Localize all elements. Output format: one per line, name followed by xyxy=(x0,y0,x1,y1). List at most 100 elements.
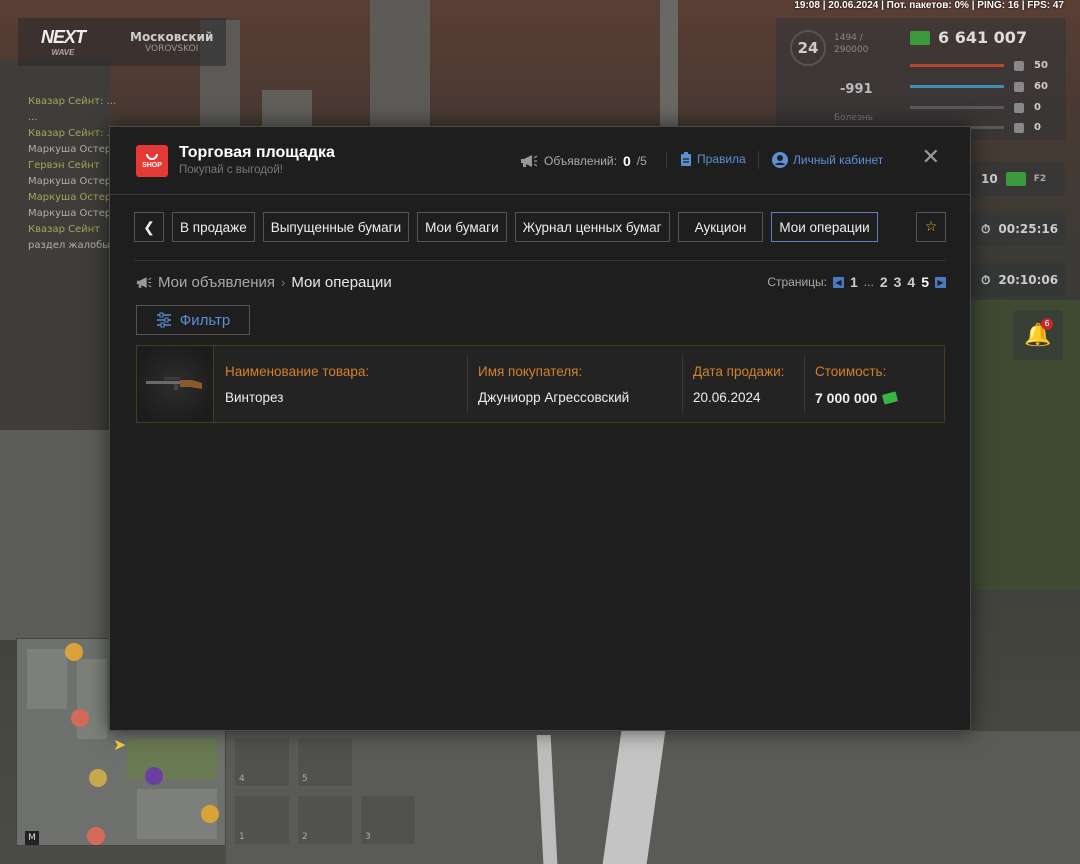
thirst-icon xyxy=(1014,102,1024,113)
minimap-key: M xyxy=(25,831,39,845)
page-5[interactable]: 5 xyxy=(921,274,929,290)
chat-line: Квазар Сейнт: ... xyxy=(28,96,117,107)
inventory-slot[interactable]: 5 xyxy=(297,737,353,787)
inventory-slot[interactable]: 2 xyxy=(297,795,353,845)
sick-label: Болезнь xyxy=(834,113,873,123)
armor-row: 60 xyxy=(910,81,1048,92)
map-marker-icon xyxy=(87,827,105,845)
page-title: Торговая площадка xyxy=(179,144,335,161)
notifications-button[interactable]: 🔔 6 xyxy=(1013,310,1063,360)
clock-box: ⏱ 20:10:06 xyxy=(971,263,1065,297)
cabinet-link[interactable]: Личный кабинет xyxy=(772,152,883,168)
pagination-ellipsis: ... xyxy=(863,275,874,289)
operation-row[interactable]: Наименование товара: Винторез Имя покупа… xyxy=(136,345,945,423)
chat-log: Квазар Сейнт: ... ... Квазар Сейнт: ... … xyxy=(28,94,116,254)
map-marker-icon xyxy=(71,709,89,727)
price-cell: Стоимость: 7 000 000 xyxy=(804,346,942,422)
shield-icon xyxy=(1014,122,1024,133)
tab-my-securities[interactable]: Мои бумаги xyxy=(417,212,507,242)
chevron-right-icon: › xyxy=(281,275,286,290)
pagination-label: Страницы: xyxy=(767,275,827,289)
breadcrumb: Мои объявления › Мои операции xyxy=(136,274,392,291)
page-3[interactable]: 3 xyxy=(894,274,902,290)
pagination: Страницы: ◀ 1 ... 2 3 4 5 ▶ xyxy=(767,274,946,290)
inventory-slot[interactable]: 3 xyxy=(360,795,416,845)
chat-line: ... xyxy=(28,112,38,123)
chat-line: Маркуша Остер xyxy=(28,176,112,187)
chat-line: Гервэн Сейнт xyxy=(28,160,100,171)
shop-logo-icon: SHOP xyxy=(136,145,168,177)
map-marker-icon xyxy=(201,805,219,823)
user-circle-icon xyxy=(772,152,788,168)
tab-bar: ❮ В продаже Выпущенные бумаги Мои бумаги… xyxy=(134,212,878,242)
exp-counter: 1494 / 290000 xyxy=(834,33,869,55)
wanted-value: -991 xyxy=(840,82,873,97)
ads-counter: Объявлений: 0 /5 xyxy=(520,153,647,169)
clock-icon: ⏱ xyxy=(981,272,991,287)
cash-icon xyxy=(1005,172,1026,186)
inventory-slot[interactable]: 4 xyxy=(234,737,290,787)
chat-line: раздел жалобы xyxy=(28,240,111,251)
armor-bar xyxy=(910,85,1004,88)
money-icon xyxy=(910,30,930,45)
chat-line: Маркуша Остер xyxy=(28,144,112,155)
chat-line: Маркуша Остер xyxy=(28,192,112,203)
hunger-bar xyxy=(910,106,1004,109)
timer-box: ⏱ 00:25:16 xyxy=(971,212,1065,246)
chevron-left-icon: ❮ xyxy=(143,218,155,235)
next-page-button[interactable]: ▶ xyxy=(935,276,946,288)
status-bar: 19:08 | 20.06.2024 | Пот. пакетов: 0% | … xyxy=(794,0,1064,11)
tab-on-sale[interactable]: В продаже xyxy=(172,212,255,242)
page-1[interactable]: 1 xyxy=(850,274,858,290)
stopwatch-icon: ⏱ xyxy=(981,221,991,236)
favorites-button[interactable]: ☆ xyxy=(916,212,946,242)
map-marker-icon xyxy=(65,643,83,661)
cash-icon xyxy=(882,391,899,405)
map-marker-icon xyxy=(89,769,107,787)
back-button[interactable]: ❮ xyxy=(134,212,164,242)
health-bar xyxy=(910,64,1004,67)
tab-securities-journal[interactable]: Журнал ценных бумаг xyxy=(514,212,670,242)
breadcrumb-current: Мои операции xyxy=(291,274,392,291)
player-arrow-icon: ➤ xyxy=(113,735,127,754)
page-subtitle: Покупай с выгодой! xyxy=(179,164,283,176)
close-button[interactable]: ✕ xyxy=(922,147,940,169)
chat-line: Квазар Сейнт: ... xyxy=(28,128,117,139)
hud-panel: 24 1494 / 290000 6 641 007 50 60 0 0 -99… xyxy=(776,18,1066,140)
level-badge: 24 xyxy=(790,30,826,66)
prev-page-button[interactable]: ◀ xyxy=(833,276,844,288)
clipboard-icon xyxy=(681,152,691,166)
marketplace-modal: SHOP Торговая площадка Покупай с выгодой… xyxy=(109,126,971,731)
money-display: 6 641 007 xyxy=(910,28,1027,47)
buyer-cell: Имя покупателя: Джуниорр Агрессовский xyxy=(467,346,682,422)
breadcrumb-root[interactable]: Мои объявления xyxy=(158,274,275,291)
rules-link[interactable]: Правила xyxy=(680,152,746,166)
item-thumbnail xyxy=(137,346,214,422)
inventory-slot[interactable]: 1 xyxy=(234,795,290,845)
tab-auction[interactable]: Аукцион xyxy=(677,212,764,242)
modal-header: SHOP Торговая площадка Покупай с выгодой… xyxy=(110,127,970,195)
health-row: 50 xyxy=(910,60,1048,71)
notification-count: 6 xyxy=(1041,318,1053,330)
hunger-row: 0 xyxy=(910,102,1041,113)
heart-rate-icon xyxy=(1014,60,1024,71)
energy-icon xyxy=(1014,81,1024,92)
chat-line: Квазар Сейнт xyxy=(28,224,101,235)
item-name-cell: Наименование товара: Винторез xyxy=(225,364,370,405)
divider xyxy=(134,260,946,261)
game-logo-panel: NEXT WAVE Московский VOROVSKOI xyxy=(18,18,226,66)
rifle-icon xyxy=(146,377,202,390)
map-marker-icon xyxy=(145,767,163,785)
server-name: Московский VOROVSKOI xyxy=(130,30,214,54)
filter-button[interactable]: Фильтр xyxy=(136,305,250,335)
star-icon: ☆ xyxy=(924,219,938,235)
megaphone-icon xyxy=(136,277,152,288)
page-4[interactable]: 4 xyxy=(907,274,915,290)
cash-slot: 10 F2 xyxy=(971,162,1065,196)
megaphone-icon xyxy=(521,155,538,167)
tab-issued-securities[interactable]: Выпущенные бумаги xyxy=(262,212,410,242)
page-2[interactable]: 2 xyxy=(880,274,888,290)
game-logo: NEXT WAVE xyxy=(40,27,86,57)
sale-date-cell: Дата продажи: 20.06.2024 xyxy=(682,346,804,422)
tab-my-operations[interactable]: Мои операции xyxy=(771,212,878,242)
